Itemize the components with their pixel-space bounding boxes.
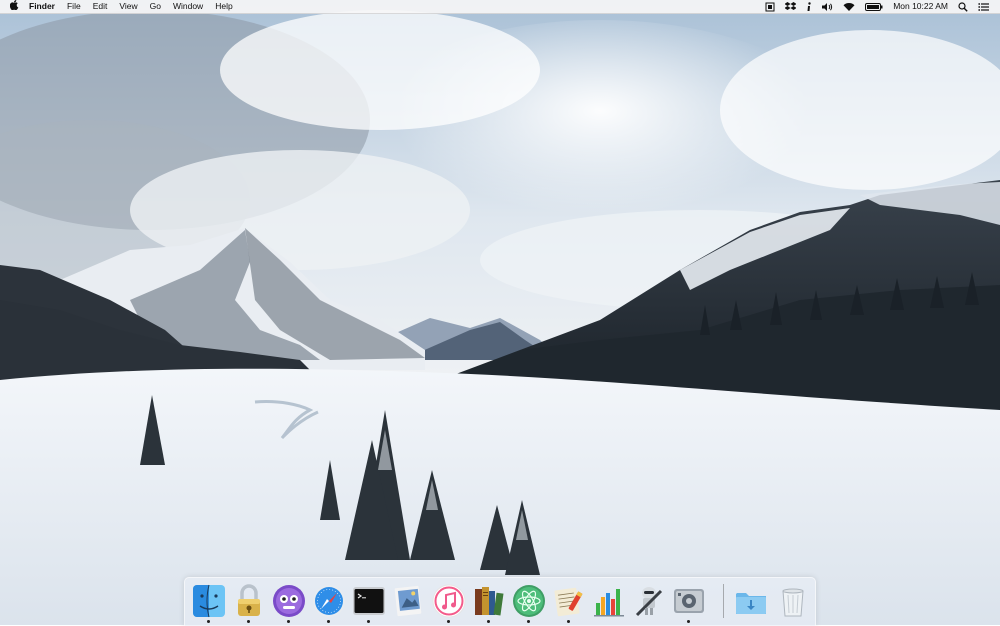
running-indicator (447, 620, 450, 623)
running-indicator (527, 620, 530, 623)
running-indicator (567, 620, 570, 623)
menu-bar: Finder File Edit View Go Window Help Mon… (0, 0, 1000, 14)
finder-icon[interactable] (191, 583, 227, 619)
itunes-music-icon[interactable] (431, 583, 467, 619)
dropbox-icon[interactable] (780, 1, 801, 12)
calibre-books-icon[interactable] (471, 583, 507, 619)
spotlight-search-icon[interactable] (953, 1, 973, 12)
running-indicator (207, 620, 210, 623)
screenshot-icon[interactable] (760, 2, 780, 12)
running-indicator (287, 620, 290, 623)
running-indicator (327, 620, 330, 623)
menu-go[interactable]: Go (144, 0, 167, 13)
running-indicator (687, 620, 690, 623)
keychain-lock-icon[interactable] (231, 583, 267, 619)
automator-robot-icon[interactable] (631, 583, 667, 619)
wifi-icon[interactable] (838, 2, 860, 12)
app-name-menu[interactable]: Finder (27, 0, 61, 13)
atom-icon[interactable] (511, 583, 547, 619)
notification-center-icon[interactable] (973, 2, 994, 12)
running-indicator (487, 620, 490, 623)
system-info-icon[interactable] (671, 583, 707, 619)
menu-edit[interactable]: Edit (87, 0, 114, 13)
menu-file[interactable]: File (61, 0, 87, 13)
downloads-folder-icon[interactable] (733, 583, 769, 619)
dock-separator (723, 584, 724, 618)
dock (184, 577, 816, 626)
menubar-clock[interactable]: Mon 10:22 AM (888, 0, 953, 13)
preview-icon[interactable] (391, 583, 427, 619)
info-icon[interactable] (801, 1, 817, 12)
numbers-chart-icon[interactable] (591, 583, 627, 619)
volume-icon[interactable] (817, 2, 838, 12)
script-editor-icon[interactable] (551, 583, 587, 619)
menu-window[interactable]: Window (167, 0, 209, 13)
trash-icon[interactable] (775, 583, 811, 619)
desktop-wallpaper (0, 0, 1000, 625)
running-indicator (247, 620, 250, 623)
battery-icon[interactable] (860, 2, 888, 12)
terminal-icon[interactable] (351, 583, 387, 619)
running-indicator (367, 620, 370, 623)
menu-help[interactable]: Help (209, 0, 238, 13)
menu-view[interactable]: View (113, 0, 143, 13)
safari-compass-icon[interactable] (311, 583, 347, 619)
apple-icon[interactable] (0, 0, 27, 14)
tweetbot-icon[interactable] (271, 583, 307, 619)
